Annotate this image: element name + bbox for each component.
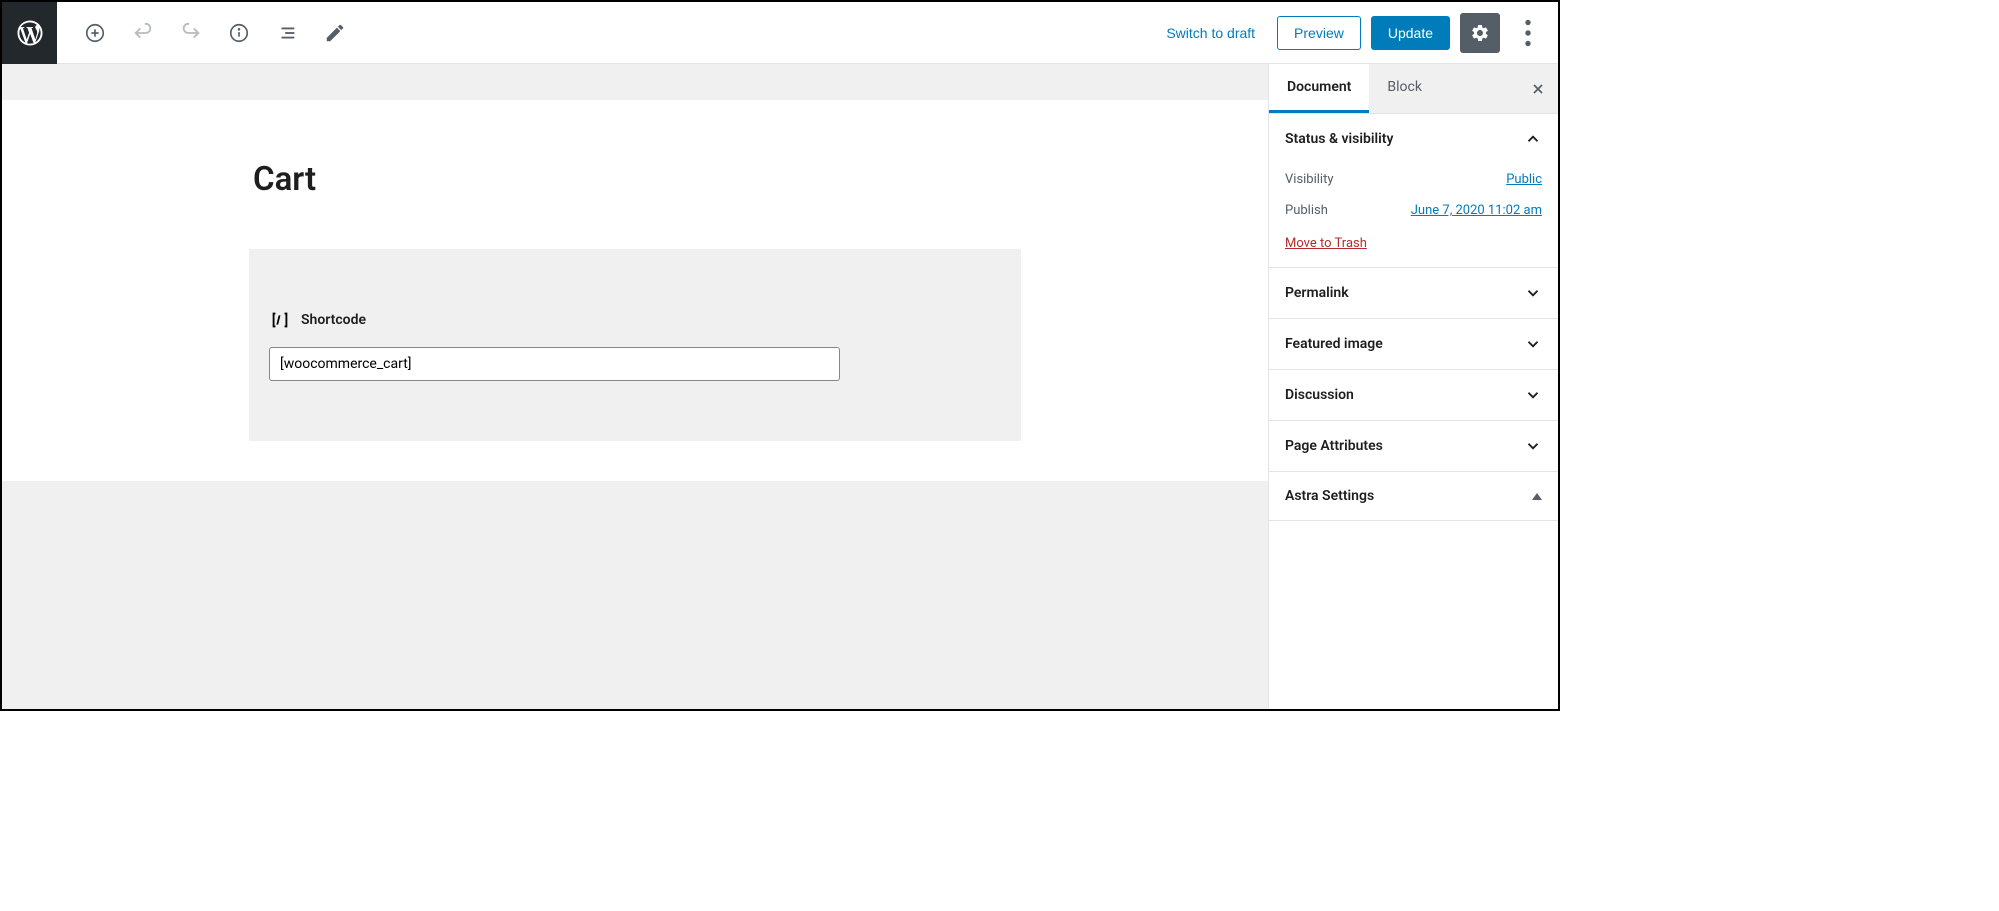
visibility-label: Visibility <box>1285 172 1334 187</box>
panel-header-featured-image[interactable]: Featured image <box>1269 319 1558 369</box>
add-block-button[interactable] <box>77 15 113 51</box>
wordpress-logo[interactable] <box>2 2 57 64</box>
update-button[interactable]: Update <box>1371 16 1450 50</box>
triangle-up-icon <box>1532 493 1542 500</box>
shortcode-header: Shortcode <box>269 309 1001 331</box>
publish-row: Publish June 7, 2020 11:02 am <box>1285 195 1542 226</box>
panel-title-featured-image: Featured image <box>1285 336 1383 352</box>
move-to-trash-button[interactable]: Move to Trash <box>1285 226 1367 251</box>
panel-title-astra-settings: Astra Settings <box>1285 488 1374 504</box>
panel-permalink: Permalink <box>1269 268 1558 319</box>
undo-icon <box>132 22 154 44</box>
close-icon <box>1530 81 1546 97</box>
tab-block[interactable]: Block <box>1369 64 1440 113</box>
settings-button[interactable] <box>1460 13 1500 53</box>
switch-to-draft-button[interactable]: Switch to draft <box>1154 17 1267 49</box>
editor-topbar: Switch to draft Preview Update <box>2 2 1558 64</box>
panel-title-status: Status & visibility <box>1285 131 1393 147</box>
info-icon <box>228 22 250 44</box>
panel-header-permalink[interactable]: Permalink <box>1269 268 1558 318</box>
shortcode-label: Shortcode <box>301 312 366 328</box>
sidebar-tabs: Document Block <box>1269 64 1558 114</box>
edit-button[interactable] <box>317 15 353 51</box>
chevron-down-icon <box>1524 386 1542 404</box>
panel-header-astra-settings[interactable]: Astra Settings <box>1269 472 1558 520</box>
panel-title-permalink: Permalink <box>1285 285 1349 301</box>
preview-button[interactable]: Preview <box>1277 16 1361 50</box>
panel-header-page-attributes[interactable]: Page Attributes <box>1269 421 1558 471</box>
wordpress-icon <box>15 18 45 48</box>
toolbar-left <box>57 15 353 51</box>
undo-button[interactable] <box>125 15 161 51</box>
shortcode-block[interactable]: Shortcode <box>249 249 1021 441</box>
sidebar: Document Block Status & visibility Visib… <box>1268 64 1558 709</box>
panel-body-status: Visibility Public Publish June 7, 2020 1… <box>1269 164 1558 267</box>
more-options-button[interactable] <box>1510 13 1546 53</box>
panel-title-discussion: Discussion <box>1285 387 1354 403</box>
publish-label: Publish <box>1285 203 1328 218</box>
redo-button[interactable] <box>173 15 209 51</box>
chevron-down-icon <box>1524 437 1542 455</box>
plus-circle-icon <box>84 22 106 44</box>
content-area: Cart Shortcode Document Block Status & <box>2 64 1558 709</box>
chevron-down-icon <box>1524 335 1542 353</box>
panel-discussion: Discussion <box>1269 370 1558 421</box>
toolbar-right: Switch to draft Preview Update <box>1154 13 1558 53</box>
panel-page-attributes: Page Attributes <box>1269 421 1558 472</box>
visibility-value[interactable]: Public <box>1506 172 1542 187</box>
shortcode-icon <box>269 309 291 331</box>
chevron-up-icon <box>1524 130 1542 148</box>
panel-featured-image: Featured image <box>1269 319 1558 370</box>
close-sidebar-button[interactable] <box>1518 64 1558 113</box>
gear-icon <box>1470 23 1490 43</box>
panel-header-status[interactable]: Status & visibility <box>1269 114 1558 164</box>
visibility-row: Visibility Public <box>1285 164 1542 195</box>
panel-status-visibility: Status & visibility Visibility Public Pu… <box>1269 114 1558 268</box>
block-navigation-button[interactable] <box>269 15 305 51</box>
page-title[interactable]: Cart <box>249 160 1021 199</box>
chevron-down-icon <box>1524 284 1542 302</box>
editor-canvas: Cart Shortcode <box>2 64 1268 709</box>
shortcode-input[interactable] <box>269 347 840 381</box>
redo-icon <box>180 22 202 44</box>
tab-document[interactable]: Document <box>1269 64 1369 113</box>
panel-title-page-attributes: Page Attributes <box>1285 438 1383 454</box>
info-button[interactable] <box>221 15 257 51</box>
list-icon <box>276 22 298 44</box>
pencil-icon <box>324 22 346 44</box>
publish-value[interactable]: June 7, 2020 11:02 am <box>1411 203 1542 218</box>
panel-header-discussion[interactable]: Discussion <box>1269 370 1558 420</box>
panel-astra-settings: Astra Settings <box>1269 472 1558 521</box>
dots-vertical-icon <box>1510 15 1546 51</box>
